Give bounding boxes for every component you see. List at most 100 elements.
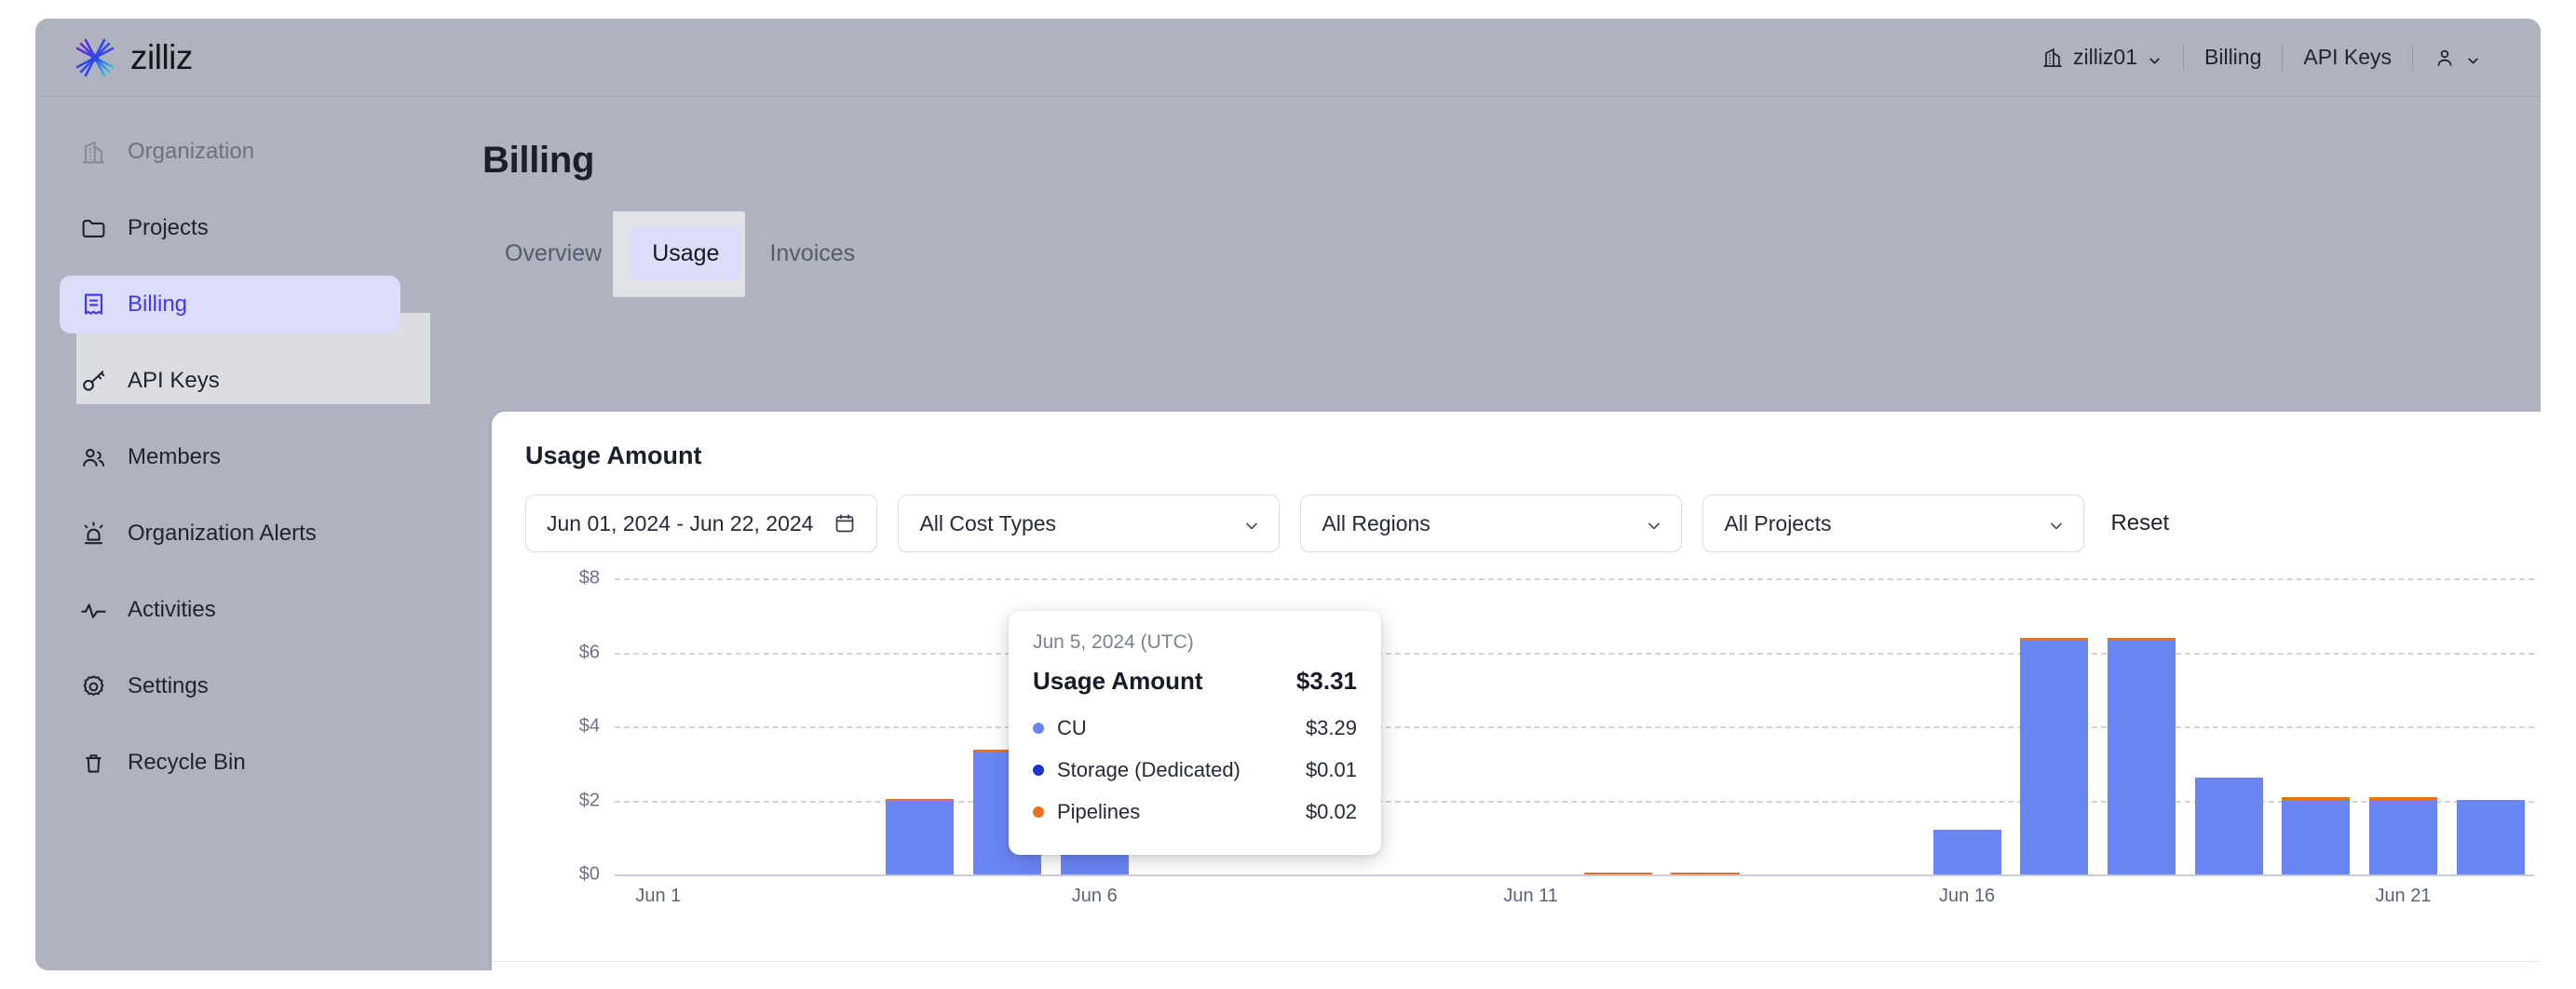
sidebar-item-activities[interactable]: Activities xyxy=(60,581,400,639)
tooltip-total-label: Usage Amount xyxy=(1033,667,1203,695)
sidebar: Organization Projects Billing API Keys M… xyxy=(35,97,430,970)
tab-bar: Overview Usage Invoices xyxy=(482,211,2483,297)
y-axis-tick-label: $0 xyxy=(578,863,600,885)
zilliz-starburst-icon xyxy=(73,35,117,80)
series-color-dot xyxy=(1033,722,1044,734)
chevron-down-icon xyxy=(2147,49,2162,65)
tooltip-row-value: $0.01 xyxy=(1305,757,1357,781)
chevron-down-icon xyxy=(2465,49,2481,65)
chart-bar-segment xyxy=(1671,872,1740,874)
nav-divider xyxy=(2282,44,2284,71)
tooltip-date: Jun 5, 2024 (UTC) xyxy=(1033,631,1194,653)
chevron-down-icon xyxy=(1242,516,1258,532)
chart-gridline xyxy=(615,726,2534,728)
y-axis-tick-label: $8 xyxy=(578,567,600,589)
calendar-icon xyxy=(834,512,856,535)
organization-building-icon xyxy=(2041,47,2064,69)
nav-link-api-keys[interactable]: API Keys xyxy=(2283,45,2412,70)
tooltip-row-name: Pipelines xyxy=(1057,799,1141,823)
brand-logo[interactable]: zilliz xyxy=(73,35,193,80)
chart-bar[interactable] xyxy=(2107,638,2176,874)
chart-bar-segment xyxy=(2282,797,2351,800)
chart-bar-segment xyxy=(2107,638,2176,641)
activity-pulse-icon xyxy=(80,597,107,624)
sidebar-item-recycle-bin[interactable]: Recycle Bin xyxy=(60,734,400,792)
project-value: All Projects xyxy=(1724,510,1832,535)
chart-bar-segment xyxy=(2368,797,2437,800)
usage-amount-card: Usage Amount Jun 01, 2024 - Jun 22, 2024… xyxy=(492,412,2541,970)
sidebar-item-projects[interactable]: Projects xyxy=(60,199,400,257)
tooltip-row-label: Pipelines xyxy=(1033,800,1140,824)
x-axis-tick-label: Jun 16 xyxy=(1939,886,1996,906)
sidebar-item-label: Recycle Bin xyxy=(128,750,246,775)
brand-name: zilliz xyxy=(130,37,193,76)
tooltip-row-value: $3.29 xyxy=(1305,715,1357,739)
building-icon xyxy=(80,139,107,166)
tooltip-total-row: Usage Amount $3.31 xyxy=(1033,667,1357,696)
chart-gridline xyxy=(615,874,2534,876)
x-axis-tick-label: Jun 11 xyxy=(1503,886,1558,906)
sidebar-item-label: Settings xyxy=(128,673,209,698)
filter-bar: Jun 01, 2024 - Jun 22, 2024 All Cost Typ… xyxy=(492,470,2541,552)
chart-gridline xyxy=(615,652,2534,655)
x-axis-tick-label: Jun 6 xyxy=(1071,886,1118,906)
chart-bar-segment xyxy=(2194,777,2263,874)
cost-type-select[interactable]: All Cost Types xyxy=(898,494,1281,552)
chart-bar-segment xyxy=(886,801,955,874)
chart-plot-area: $0 $2 $4 $6 $8 Jun 1 Jun 6 Jun 11 Jun 16 Jun 21 xyxy=(579,568,2534,906)
nav-link-billing[interactable]: Billing xyxy=(2184,45,2282,70)
tooltip-total-value: $3.31 xyxy=(1295,667,1357,695)
chart-bar[interactable] xyxy=(2020,638,2089,874)
chart-bar[interactable] xyxy=(2456,799,2525,874)
gear-badge-icon xyxy=(80,673,107,700)
nav-link-api-keys-label: API Keys xyxy=(2303,45,2392,69)
tooltip-row-label: CU xyxy=(1033,716,1087,740)
cost-type-value: All Cost Types xyxy=(919,510,1057,535)
chart-gridline xyxy=(615,578,2534,580)
date-range-picker[interactable]: Jun 01, 2024 - Jun 22, 2024 xyxy=(525,494,878,552)
x-axis-tick-label: Jun 1 xyxy=(635,886,682,906)
sidebar-item-api-keys[interactable]: API Keys xyxy=(60,352,400,410)
chart-bar[interactable] xyxy=(2282,797,2351,874)
series-color-dot xyxy=(1033,764,1044,776)
region-select[interactable]: All Regions xyxy=(1300,494,1683,552)
chart-bar[interactable] xyxy=(1932,829,2001,874)
alarm-light-icon xyxy=(80,521,107,548)
tab-usage[interactable]: Usage xyxy=(630,226,742,280)
sidebar-item-billing[interactable]: Billing xyxy=(60,276,400,333)
sidebar-item-settings[interactable]: Settings xyxy=(60,657,400,715)
tooltip-breakdown-rows: CU $3.29 Storage (Dedicated) $0.01 Pipelines… xyxy=(1033,707,1357,833)
chart-bar[interactable] xyxy=(886,798,955,874)
org-switcher[interactable]: zilliz01 xyxy=(2021,45,2183,70)
y-axis-tick-label: $2 xyxy=(578,790,600,810)
chart-bar[interactable] xyxy=(2368,797,2437,874)
sidebar-item-organization[interactable]: Organization xyxy=(60,123,400,181)
sidebar-item-members[interactable]: Members xyxy=(60,428,400,486)
page-title: Billing xyxy=(482,140,595,181)
tooltip-row-value: $0.02 xyxy=(1305,799,1357,823)
tooltip-row: Storage (Dedicated) $0.01 xyxy=(1033,749,1357,791)
tooltip-row-label: Storage (Dedicated) xyxy=(1033,758,1241,782)
tab-overview[interactable]: Overview xyxy=(482,227,624,280)
date-range-value: Jun 01, 2024 - Jun 22, 2024 xyxy=(547,510,814,535)
chart-bar[interactable] xyxy=(2194,777,2263,874)
key-icon xyxy=(80,368,107,395)
tab-invoices[interactable]: Invoices xyxy=(747,227,877,280)
project-select[interactable]: All Projects xyxy=(1702,494,2085,552)
nav-divider xyxy=(2412,44,2413,71)
sidebar-item-organization-alerts[interactable]: Organization Alerts xyxy=(60,505,400,562)
user-avatar-icon xyxy=(2434,47,2456,69)
series-color-dot xyxy=(1033,806,1044,818)
org-name: zilliz01 xyxy=(2072,45,2138,69)
reset-button[interactable]: Reset xyxy=(2105,510,2175,536)
users-icon xyxy=(80,444,107,471)
chart-bar-segment xyxy=(2020,640,2089,874)
chevron-down-icon xyxy=(1645,516,1661,532)
chart-bar-segment xyxy=(1583,872,1652,874)
app-window: zilliz zilliz01 Billing API Keys Organiz… xyxy=(35,19,2541,970)
chart-bar-segment xyxy=(2107,640,2176,874)
region-value: All Regions xyxy=(1322,510,1430,535)
sidebar-item-label: Billing xyxy=(128,291,188,317)
user-menu[interactable] xyxy=(2413,47,2501,69)
sidebar-item-label: Projects xyxy=(128,215,209,240)
